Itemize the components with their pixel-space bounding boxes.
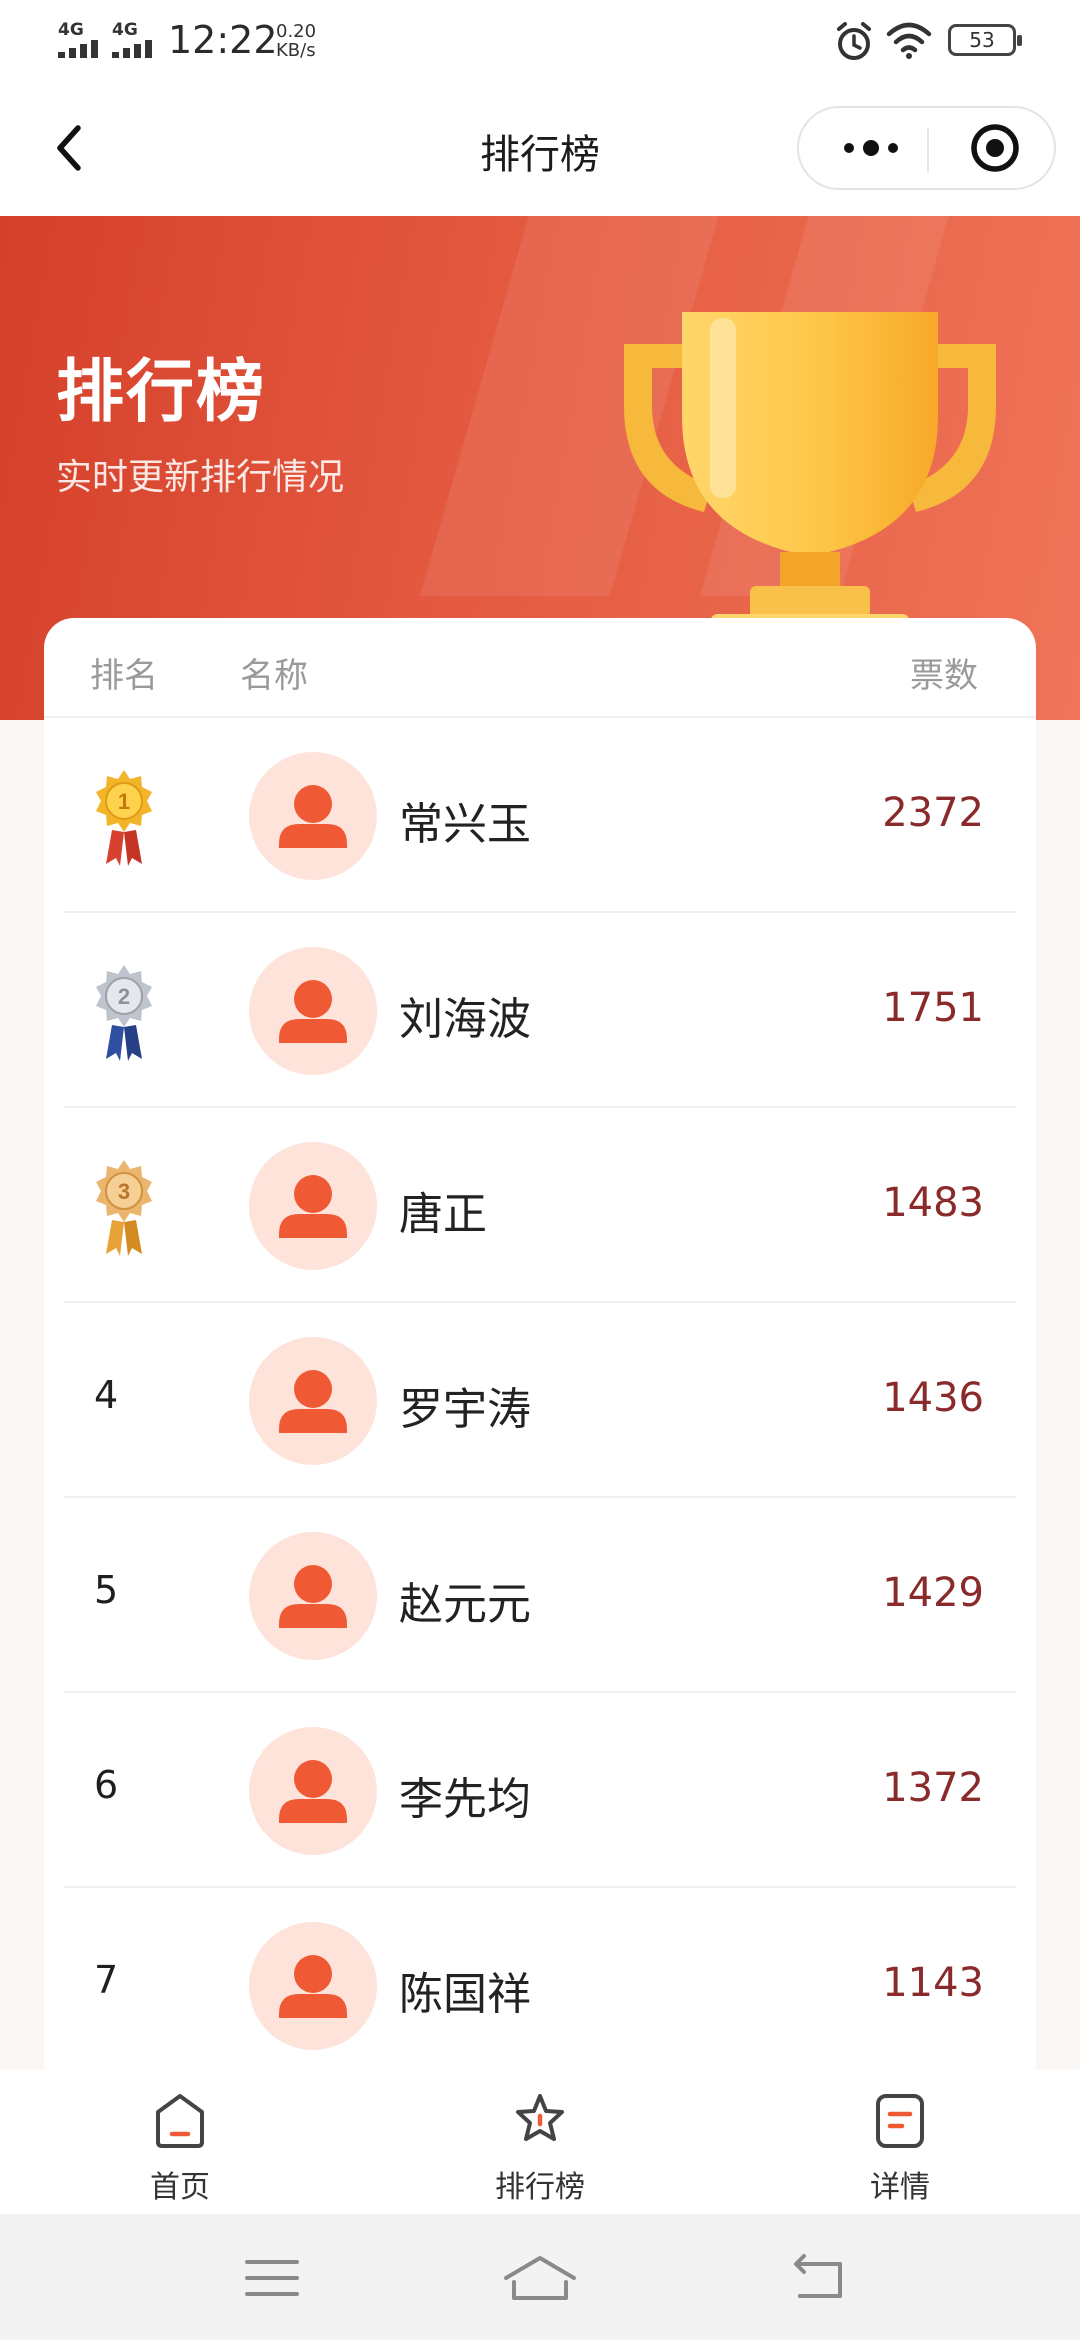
tab-home[interactable]: 首页 [80,2070,280,2214]
ranking-table: 排名 名称 票数 1 常兴玉 2372 2 刘海波 1751 3 唐正 1483… [44,618,1036,2070]
banner-subtitle: 实时更新排行情况 [56,457,345,498]
table-row[interactable]: 4 罗宇涛 1436 [64,1303,1016,1498]
net-speed: 0.20 KB/s [276,22,316,60]
silver-medal-icon: 2 [96,965,152,1061]
vote-count: 2372 [882,790,984,836]
vote-count: 1429 [882,1570,984,1616]
rank-number: 4 [94,1373,119,1417]
page-title: 排行榜 [480,132,600,178]
contestant-name: 赵元元 [399,1579,531,1630]
star-icon [516,2094,564,2141]
status-bar: 4G 4G 12:22 0.20 KB/s 53 [0,0,1080,84]
svg-text:1: 1 [118,789,130,814]
avatar [249,1727,377,1855]
nav-bar: 排行榜 [0,84,1080,216]
net-speed-value: 0.20 [276,21,317,42]
user-icon [279,1175,347,1238]
column-header-name: 名称 [240,656,308,696]
bronze-medal-icon: 3 [96,1160,152,1256]
vote-count: 1483 [882,1180,984,1226]
user-icon [279,1370,347,1433]
svg-text:2: 2 [118,984,130,1009]
user-icon [279,1760,347,1823]
contestant-name: 常兴玉 [399,799,531,850]
contestant-name: 罗宇涛 [399,1384,531,1435]
column-header-rank: 排名 [90,656,158,696]
home-icon [156,2094,204,2148]
table-row[interactable]: 6 李先均 1372 [64,1693,1016,1888]
avatar [249,1337,377,1465]
column-header-votes: 票数 [910,656,978,696]
vote-count: 1372 [882,1765,984,1811]
tab-label: 排行榜 [495,2170,585,2205]
user-icon [279,1955,347,2018]
table-row[interactable]: 1 常兴玉 2372 [64,718,1016,913]
avatar [249,947,377,1075]
avatar [249,1922,377,2050]
vote-count: 1436 [882,1375,984,1421]
tab-label: 详情 [870,2170,930,2205]
tab-bar: 首页 排行榜 详情 [0,2070,1080,2214]
network-type-label: 4G [112,20,138,40]
avatar [249,1142,377,1270]
back-button-icon[interactable] [770,2248,870,2308]
status-time: 12:22 [168,18,278,62]
table-row[interactable]: 2 刘海波 1751 [64,913,1016,1108]
document-icon [876,2094,924,2148]
rank-number: 6 [94,1763,119,1807]
back-arrow-icon[interactable] [46,118,96,178]
mini-program-capsule [797,106,1056,190]
user-icon [279,980,347,1043]
table-row[interactable]: 5 赵元元 1429 [64,1498,1016,1693]
home-button-icon[interactable] [490,2248,590,2308]
svg-text:3: 3 [118,1179,130,1204]
tab-label: 首页 [150,2170,210,2205]
tab-details[interactable]: 详情 [800,2070,1000,2214]
user-icon [279,1565,347,1628]
wifi-icon [886,22,932,59]
contestant-name: 陈国祥 [399,1969,531,2020]
vote-count: 1143 [882,1960,984,2006]
tab-leaderboard[interactable]: 排行榜 [440,2070,640,2214]
banner-title: 排行榜 [56,353,267,432]
alarm-icon [837,22,871,60]
capsule-divider [927,128,929,172]
user-icon [279,785,347,848]
contestant-name: 李先均 [399,1774,531,1825]
table-header: 排名 名称 票数 [44,618,1036,718]
gold-medal-icon: 1 [96,770,152,866]
network-type-label: 4G [58,20,84,40]
rank-number: 5 [94,1568,119,1612]
contestant-name: 唐正 [399,1189,487,1240]
table-row[interactable]: 3 唐正 1483 [64,1108,1016,1303]
avatar [249,752,377,880]
avatar [249,1532,377,1660]
table-row[interactable]: 7 陈国祥 1143 [64,1888,1016,2070]
net-speed-unit: KB/s [276,40,316,61]
rank-number: 7 [94,1958,119,2002]
more-options-icon[interactable] [815,108,925,188]
close-mini-program-icon[interactable] [935,108,1053,188]
battery-icon: 53 [948,24,1022,56]
trophy-icon [624,312,996,654]
menu-icon[interactable] [222,2248,322,2308]
vote-count: 1751 [882,985,984,1031]
system-nav-bar [0,2214,1080,2340]
contestant-name: 刘海波 [399,994,531,1045]
